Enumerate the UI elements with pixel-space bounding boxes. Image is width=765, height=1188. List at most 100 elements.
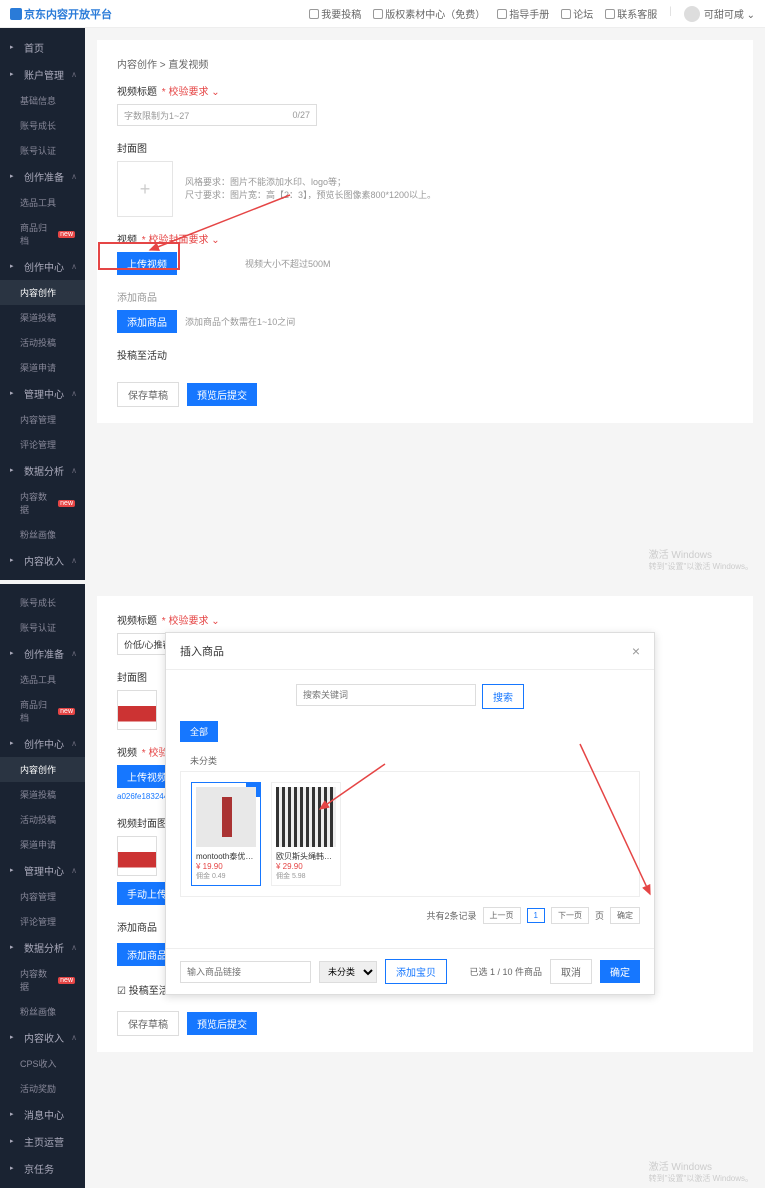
main-content-1: 内容创作 > 直发视频 视频标题 * 校验要求 ⌄ 字数限制为1~27 0/27…: [85, 28, 765, 580]
sidebar-item-内容创作[interactable]: 内容创作: [0, 280, 85, 305]
nav-forum[interactable]: 论坛: [561, 6, 593, 22]
pager-next[interactable]: 下一页: [551, 907, 589, 924]
nav-guide[interactable]: 指导手册: [497, 6, 549, 22]
add-goods-button[interactable]: 添加商品: [117, 310, 177, 333]
preview-submit-button[interactable]: 预览后提交: [187, 383, 257, 406]
menu-icon: ▸: [10, 70, 20, 80]
sidebar-item-选品工具[interactable]: 选品工具: [0, 667, 85, 692]
post-icon: [309, 9, 319, 19]
new-badge: new: [58, 977, 75, 984]
sidebar-item-评论管理[interactable]: 评论管理: [0, 909, 85, 934]
sidebar-item-活动奖励[interactable]: 活动奖励: [0, 1076, 85, 1101]
sidebar-item-粉丝画像[interactable]: 粉丝画像: [0, 999, 85, 1024]
pagination: 共有2条记录 上一页 1 下一页 页 确定: [180, 897, 640, 934]
sidebar-item-渠道申请[interactable]: 渠道申请: [0, 832, 85, 857]
nav-contact[interactable]: 联系客服: [605, 6, 657, 22]
sidebar-item-商品归档[interactable]: 商品归档new: [0, 692, 85, 730]
menu-icon: ▸: [10, 739, 20, 749]
sidebar-item-账号认证[interactable]: 账号认证: [0, 615, 85, 640]
sidebar-item-消息中心[interactable]: ▸消息中心: [0, 1101, 85, 1128]
sidebar-item-管理中心[interactable]: ▸管理中心∧: [0, 857, 85, 884]
title-input[interactable]: 字数限制为1~27 0/27: [117, 104, 317, 126]
logo[interactable]: 京东内容开放平台: [10, 6, 112, 22]
sidebar-item-创作中心[interactable]: ▸创作中心∧: [0, 730, 85, 757]
pager-page-1[interactable]: 1: [527, 908, 545, 923]
cover-thumb[interactable]: [117, 690, 157, 730]
sidebar-item-内容收入[interactable]: ▸内容收入∧: [0, 1024, 85, 1051]
sidebar-item-选品工具[interactable]: 选品工具: [0, 190, 85, 215]
sidebar-item-首页[interactable]: ▸首页: [0, 34, 85, 61]
page-root: 京东内容开放平台 我要投稿 版权素材中心（免费） 指导手册 论坛 联系客服 | …: [0, 0, 765, 1188]
pager-confirm[interactable]: 确定: [610, 907, 640, 924]
save-draft-button[interactable]: 保存草稿: [117, 382, 179, 407]
sidebar-item-内容创作[interactable]: 内容创作: [0, 757, 85, 782]
sidebar-item-评论管理[interactable]: 评论管理: [0, 432, 85, 457]
link-input[interactable]: [180, 961, 311, 983]
chevron-icon: ∧: [71, 389, 77, 398]
sidebar-item-账号成长[interactable]: 账号成长: [0, 590, 85, 615]
sidebar-item-内容管理[interactable]: 内容管理: [0, 884, 85, 909]
add-link-button[interactable]: 添加宝贝: [385, 959, 447, 984]
sidebar-item-创作准备[interactable]: ▸创作准备∧: [0, 163, 85, 190]
sidebar-item-内容收入[interactable]: ▸内容收入∧: [0, 547, 85, 574]
product-card-1[interactable]: ✓ montooth泰优家口水漱新... ¥ 19.90 佣金 0.49: [191, 782, 261, 886]
upload-video-button[interactable]: 上传视频: [117, 252, 177, 275]
cancel-button[interactable]: 取消: [550, 959, 592, 984]
sidebar-item-渠道申请[interactable]: 渠道申请: [0, 355, 85, 380]
modal-close-icon[interactable]: ×: [632, 643, 640, 659]
save-draft-button-2[interactable]: 保存草稿: [117, 1011, 179, 1036]
sidebar-item-活动投稿[interactable]: 活动投稿: [0, 330, 85, 355]
menu-icon: ▸: [10, 262, 20, 272]
sidebar-item-京任务[interactable]: ▸京任务: [0, 1155, 85, 1182]
preview-submit-button-2[interactable]: 预览后提交: [187, 1012, 257, 1035]
chevron-icon: ∧: [71, 1033, 77, 1042]
sidebar-item-数据分析[interactable]: ▸数据分析∧: [0, 457, 85, 484]
sidebar-item-数据分析[interactable]: ▸数据分析∧: [0, 934, 85, 961]
main-content-2: 视频标题 * 校验要求 ⌄ 价低/心推荐的漱口水，拒绝不了黄牙我用！ 20/27…: [85, 584, 765, 1188]
search-input[interactable]: [296, 684, 476, 706]
sidebar-item-粉丝画像[interactable]: 粉丝画像: [0, 522, 85, 547]
sidebar-item-账号认证[interactable]: 账号认证: [0, 138, 85, 163]
sidebar-item-CPS收入[interactable]: CPS收入: [0, 1051, 85, 1076]
sidebar-item-账号成长[interactable]: 账号成长: [0, 113, 85, 138]
sidebar-item-内容数据[interactable]: 内容数据new: [0, 484, 85, 522]
sidebar-item-创作准备[interactable]: ▸创作准备∧: [0, 640, 85, 667]
nav-material[interactable]: 版权素材中心（免费）: [373, 6, 485, 22]
menu-icon: ▸: [10, 43, 20, 53]
category-unclassified[interactable]: 未分类: [180, 750, 640, 771]
video-cover-thumb[interactable]: [117, 836, 157, 876]
modal-body: 搜索 全部 未分类 ✓ montooth泰优家口水漱新... ¥ 19.90: [166, 670, 654, 948]
cover-upload-box[interactable]: +: [117, 161, 173, 217]
search-button[interactable]: 搜索: [482, 684, 524, 709]
confirm-button[interactable]: 确定: [600, 960, 640, 983]
forum-icon: [561, 9, 571, 19]
sidebar-item-管理中心[interactable]: ▸管理中心∧: [0, 380, 85, 407]
sidebar: ▸首页▸账户管理∧基础信息账号成长账号认证▸创作准备∧选品工具商品归档new▸创…: [0, 28, 85, 580]
sidebar-item-活动投稿[interactable]: 活动投稿: [0, 807, 85, 832]
sidebar-item-内容数据[interactable]: 内容数据new: [0, 961, 85, 999]
sidebar-item-内容管理[interactable]: 内容管理: [0, 407, 85, 432]
sidebar-item-渠道投稿[interactable]: 渠道投稿: [0, 782, 85, 807]
sidebar-item-主页运营[interactable]: ▸主页运营: [0, 1128, 85, 1155]
menu-icon: ▸: [10, 556, 20, 566]
nav-post[interactable]: 我要投稿: [309, 6, 361, 22]
category-select[interactable]: 未分类: [319, 961, 377, 983]
video-size-hint: 视频大小不超过500M: [245, 257, 331, 270]
sidebar-item-创作中心[interactable]: ▸创作中心∧: [0, 253, 85, 280]
user-menu[interactable]: 可甜可咸 ⌄: [684, 6, 755, 22]
sidebar-item-商品归档[interactable]: 商品归档new: [0, 215, 85, 253]
new-badge: new: [58, 708, 75, 715]
menu-icon: ▸: [10, 172, 20, 182]
product-card-2[interactable]: 欧贝斯头绳韩国小清新发绳... ¥ 29.90 佣金 5.98: [271, 782, 341, 886]
pager-prev[interactable]: 上一页: [483, 907, 521, 924]
tab-all[interactable]: 全部: [180, 721, 218, 742]
field-submit: 投稿至活动: [117, 347, 733, 362]
sidebar-item-账户管理[interactable]: ▸账户管理∧: [0, 61, 85, 88]
form-card-1: 内容创作 > 直发视频 视频标题 * 校验要求 ⌄ 字数限制为1~27 0/27…: [97, 40, 753, 423]
menu-icon: ▸: [10, 1033, 20, 1043]
sidebar-item-基础信息[interactable]: 基础信息: [0, 88, 85, 113]
search-row: 搜索: [180, 684, 640, 709]
field-video: 视频 * 校验封面要求 ⌄ 上传视频 视频大小不超过500M: [117, 231, 733, 275]
chevron-icon: ∧: [71, 866, 77, 875]
sidebar-item-渠道投稿[interactable]: 渠道投稿: [0, 305, 85, 330]
